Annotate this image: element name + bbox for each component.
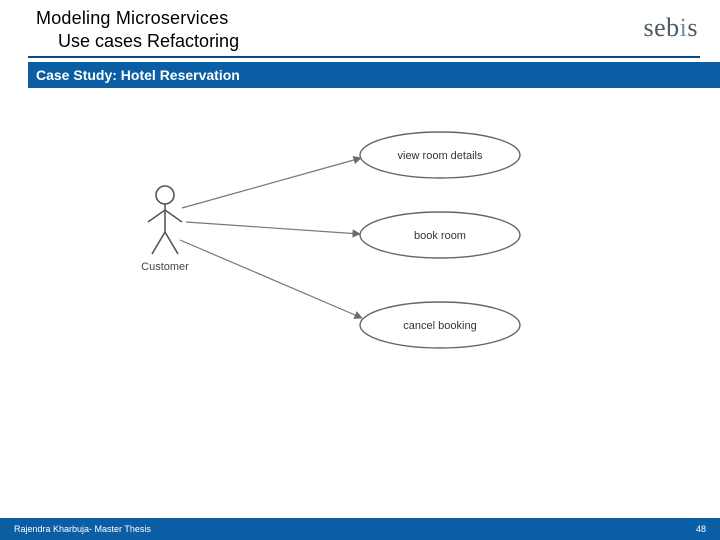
sebis-logo-text: sebis	[643, 13, 698, 43]
use-case-label-2: cancel booking	[403, 320, 476, 332]
use-case-diagram: Customer view room details book room can…	[40, 100, 680, 480]
assoc-line-0	[182, 158, 361, 208]
diagram-svg: Customer view room details book room can…	[40, 100, 680, 460]
subtitle-text: Case Study: Hotel Reservation	[36, 67, 240, 83]
footer-author: Rajendra Kharbuja- Master Thesis	[14, 524, 151, 534]
logo-suffix: s	[687, 13, 698, 42]
logo-prefix: seb	[643, 13, 679, 42]
actor-customer-icon	[148, 186, 182, 254]
footer-page-number: 48	[696, 524, 706, 534]
sebis-logo: sebis	[588, 8, 698, 48]
subtitle-bar: Case Study: Hotel Reservation	[28, 62, 720, 88]
use-case-view-room-details: view room details	[360, 132, 520, 178]
slide-footer: Rajendra Kharbuja- Master Thesis 48	[0, 518, 720, 540]
use-case-cancel-booking: cancel booking	[360, 302, 520, 348]
use-case-book-room: book room	[360, 212, 520, 258]
assoc-line-1	[186, 222, 360, 234]
slide-root: Modeling Microservices Use cases Refacto…	[0, 0, 720, 540]
actor-label: Customer	[141, 261, 189, 273]
use-case-label-0: view room details	[398, 150, 483, 162]
use-case-label-1: book room	[414, 230, 466, 242]
header-rule	[28, 56, 700, 58]
assoc-line-2	[180, 240, 362, 318]
